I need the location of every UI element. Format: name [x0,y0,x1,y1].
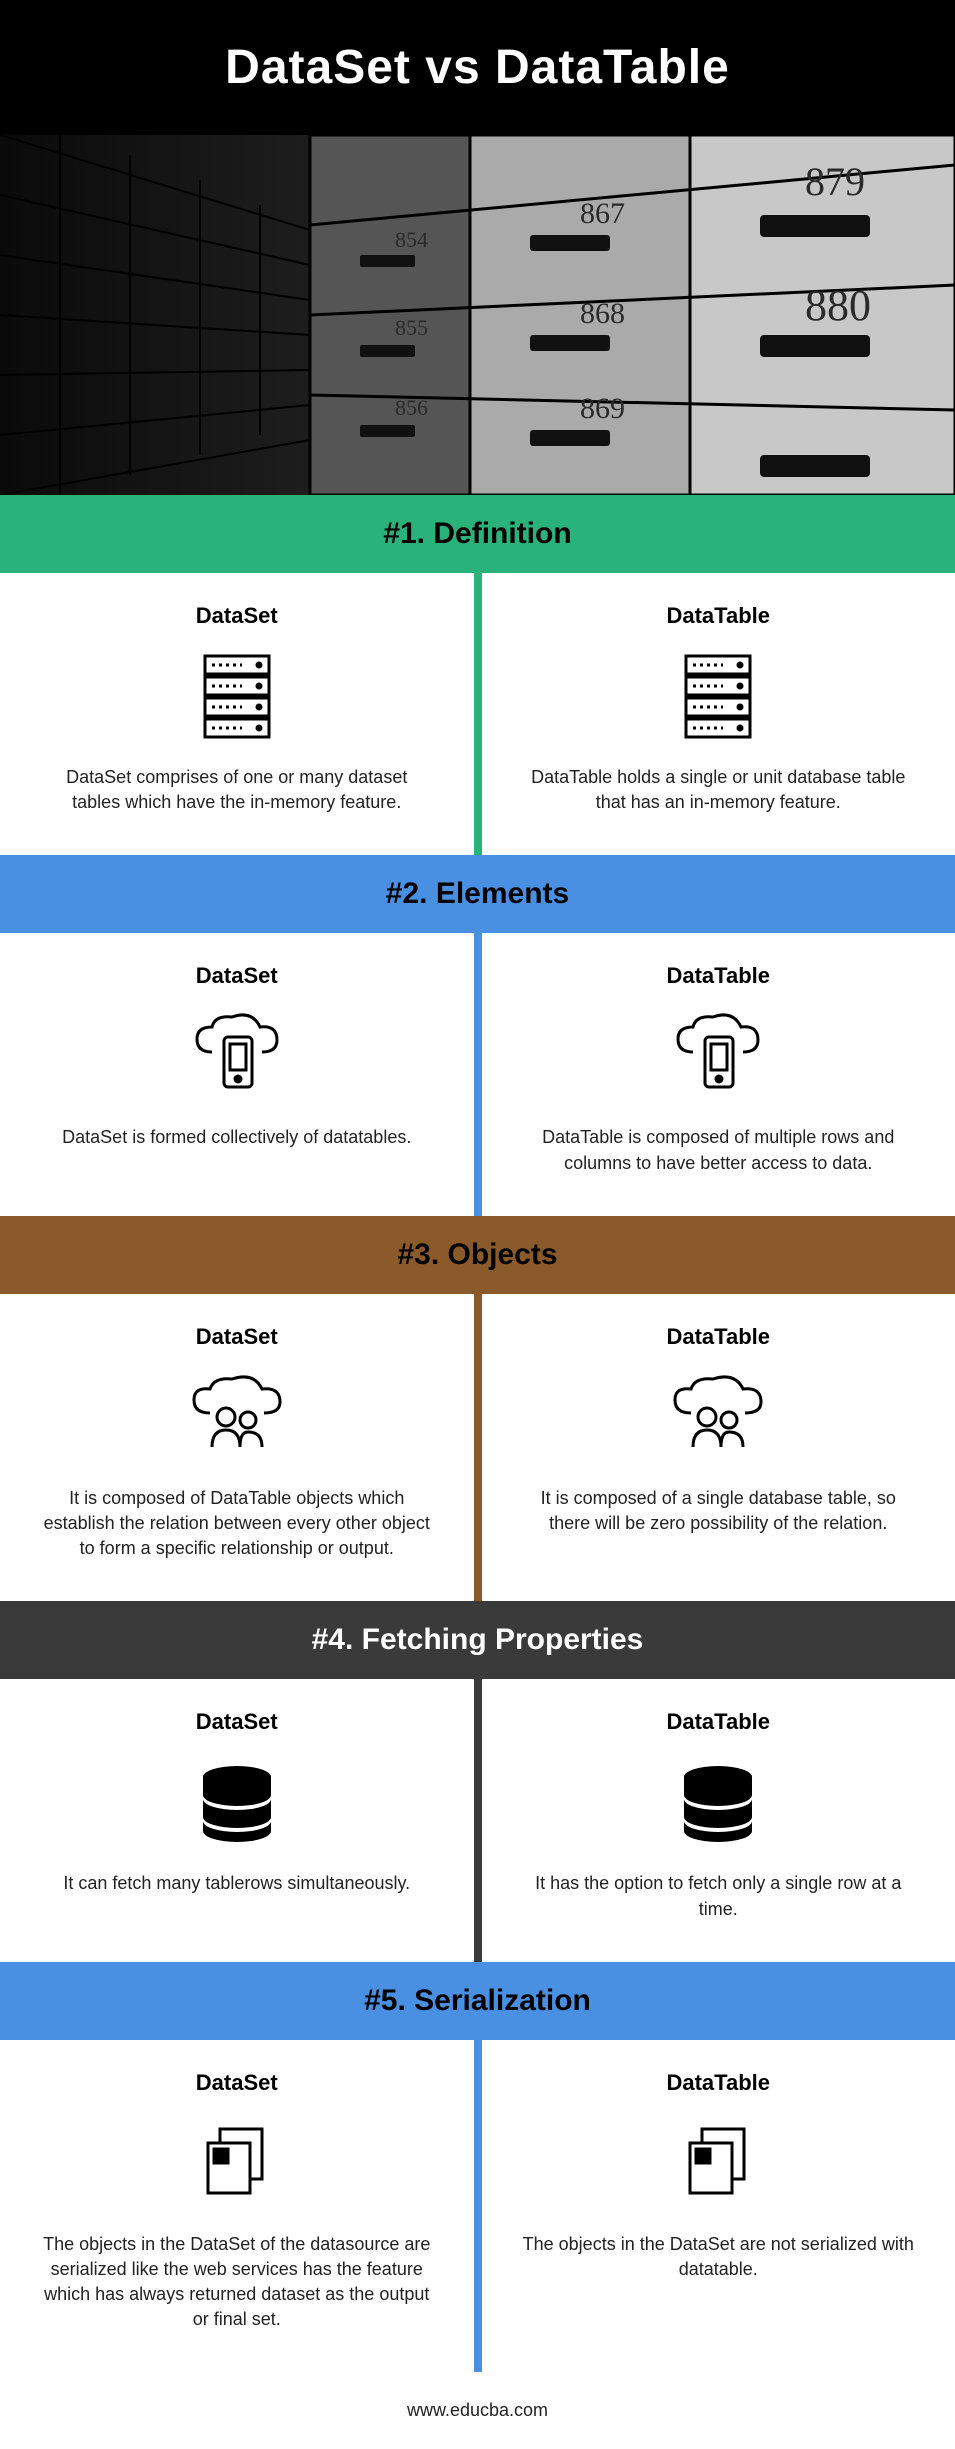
col-title: DataTable [522,2070,916,2096]
svg-text:867: 867 [580,197,625,230]
section-3-header: #3. Objects [0,1216,955,1294]
cloud-people-icon [522,1368,916,1468]
section-1-right: DataTable DataTable holds a single or un… [482,573,955,855]
svg-text:856: 856 [395,395,428,420]
section-3-body: DataSet It is composed of DataTable obje… [0,1294,955,1602]
section-5-body: DataSet The objects in the DataSet of th… [0,2040,955,2373]
section-3-left: DataSet It is composed of DataTable obje… [0,1294,474,1602]
section-5-header: #5. Serialization [0,1962,955,2040]
col-text: It has the option to fetch only a single… [522,1871,916,1921]
server-rack-icon [40,647,434,747]
documents-icon [522,2114,916,2214]
divider [474,933,482,1215]
col-title: DataTable [522,963,916,989]
col-title: DataSet [40,603,434,629]
col-title: DataTable [522,1324,916,1350]
documents-icon [40,2114,434,2214]
cloud-phone-icon [40,1007,434,1107]
divider [474,2040,482,2373]
svg-text:869: 869 [580,392,625,425]
section-2-left: DataSet DataSet is formed collectively o… [0,933,474,1215]
col-text: It is composed of a single database tabl… [522,1486,916,1536]
hero-image: 854 855 856 867 868 869 879 880 [0,135,955,495]
section-2-header: #2. Elements [0,855,955,933]
divider [474,1294,482,1602]
section-4-header: #4. Fetching Properties [0,1601,955,1679]
footer-text: www.educba.com [0,2372,955,2449]
svg-text:880: 880 [805,281,871,330]
section-3-right: DataTable It is composed of a single dat… [482,1294,955,1602]
col-text: DataSet is formed collectively of datata… [40,1125,434,1150]
server-rack-icon [522,647,916,747]
col-title: DataTable [522,1709,916,1735]
section-1-left: DataSet DataSet comprises of one or many… [0,573,474,855]
col-text: DataSet comprises of one or many dataset… [40,765,434,815]
section-1-header: #1. Definition [0,495,955,573]
svg-text:855: 855 [395,315,428,340]
section-2-body: DataSet DataSet is formed collectively o… [0,933,955,1215]
section-4-body: DataSet It can fetch many tablerows simu… [0,1679,955,1961]
section-1-body: DataSet DataSet comprises of one or many… [0,573,955,855]
svg-text:854: 854 [395,227,428,252]
page-title: DataSet vs DataTable [20,40,935,95]
page-header: DataSet vs DataTable [0,0,955,135]
col-text: It is composed of DataTable objects whic… [40,1486,434,1562]
section-2-right: DataTable DataTable is composed of multi… [482,933,955,1215]
col-text: DataTable holds a single or unit databas… [522,765,916,815]
col-title: DataSet [40,1709,434,1735]
col-title: DataTable [522,603,916,629]
divider [474,1679,482,1961]
col-title: DataSet [40,1324,434,1350]
cloud-phone-icon [522,1007,916,1107]
section-5-left: DataSet The objects in the DataSet of th… [0,2040,474,2373]
col-text: It can fetch many tablerows simultaneous… [40,1871,434,1896]
cloud-people-icon [40,1368,434,1468]
svg-text:879: 879 [805,159,865,204]
svg-text:868: 868 [580,297,625,330]
database-icon [40,1753,434,1853]
col-title: DataSet [40,2070,434,2096]
database-icon [522,1753,916,1853]
section-5-right: DataTable The objects in the DataSet are… [482,2040,955,2373]
section-4-left: DataSet It can fetch many tablerows simu… [0,1679,474,1961]
col-text: DataTable is composed of multiple rows a… [522,1125,916,1175]
col-title: DataSet [40,963,434,989]
col-text: The objects in the DataSet are not seria… [522,2232,916,2282]
section-4-right: DataTable It has the option to fetch onl… [482,1679,955,1961]
divider [474,573,482,855]
col-text: The objects in the DataSet of the dataso… [40,2232,434,2333]
